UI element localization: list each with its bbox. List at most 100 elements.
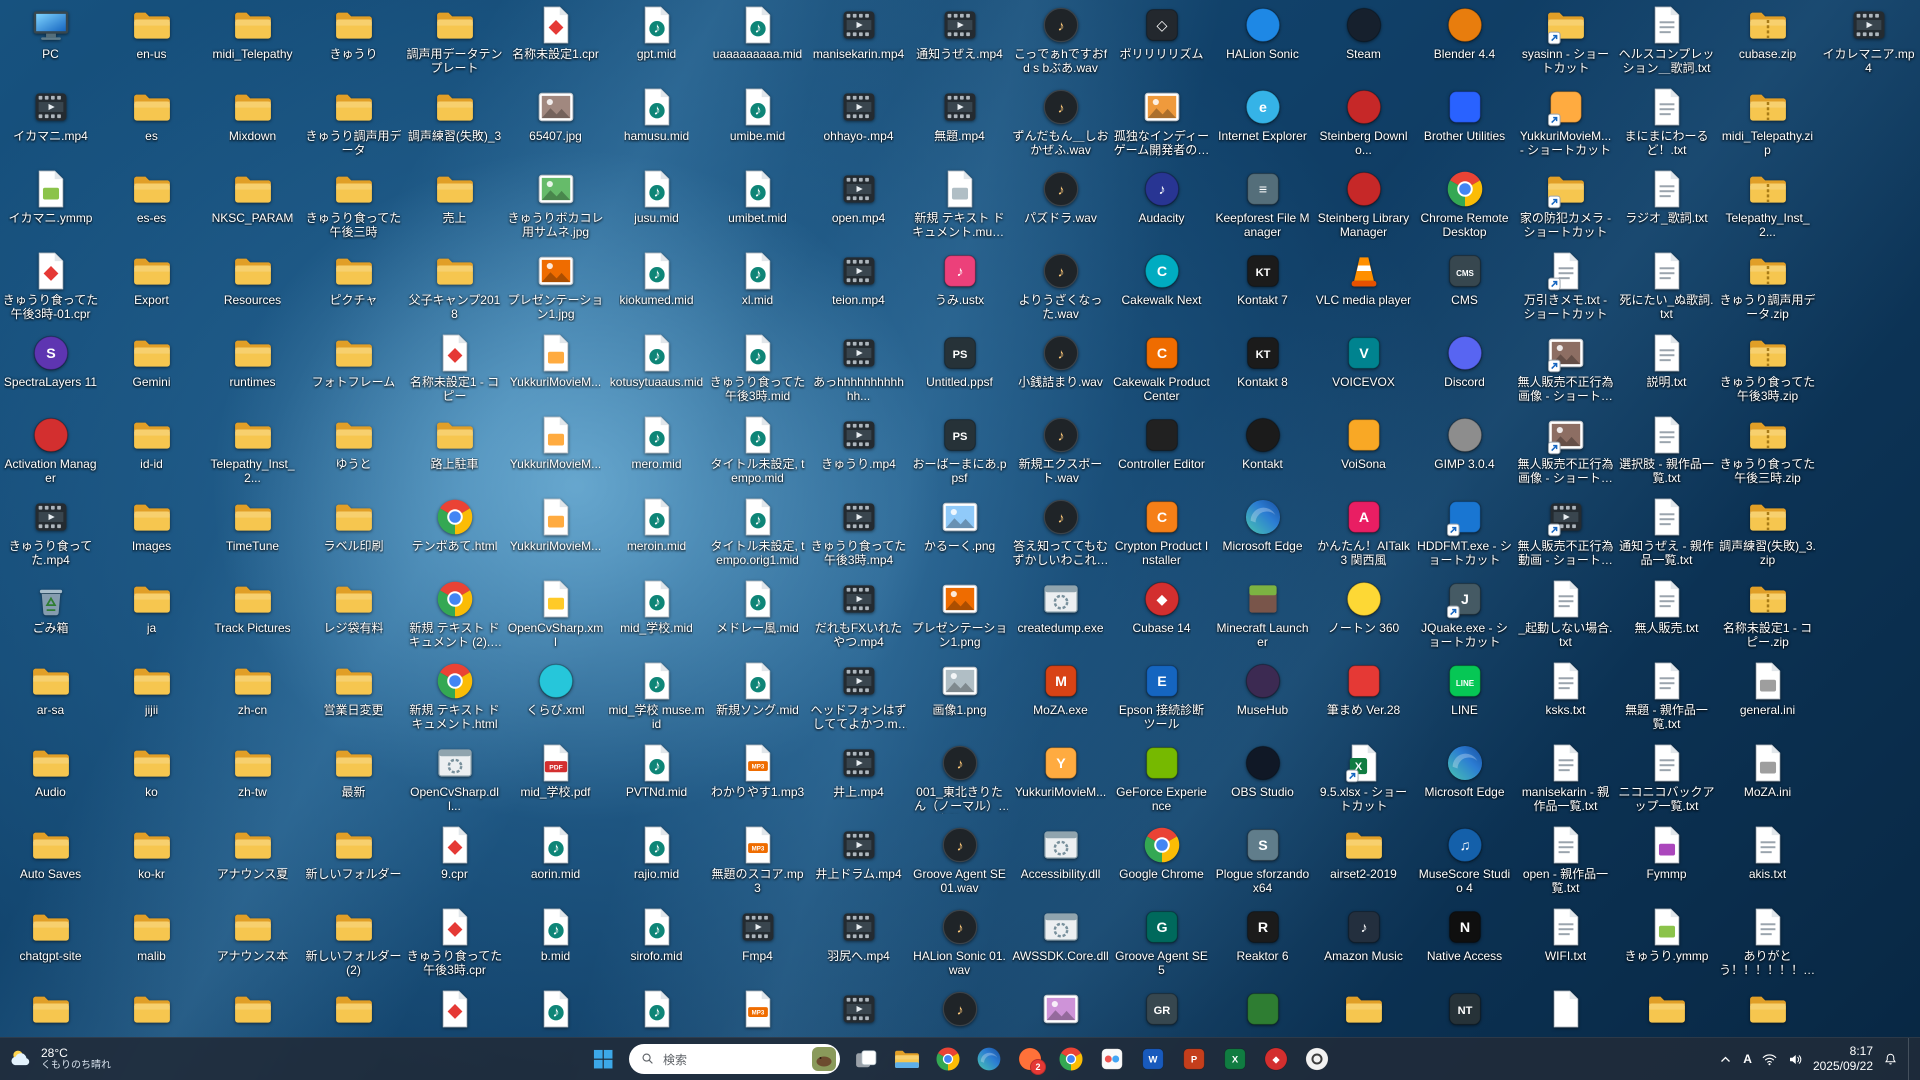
desktop-icon[interactable]: S Plogue sforzando x64 <box>1212 824 1313 904</box>
taskbar-app-chatgpt[interactable] <box>1299 1041 1335 1077</box>
desktop-icon[interactable]: ♪ こっでぁhですおf d s bぶあ.wav <box>1010 4 1111 84</box>
desktop-icon[interactable]: Steam <box>1313 4 1414 84</box>
desktop-icon[interactable]: N Native Access <box>1414 906 1515 986</box>
desktop-icon[interactable]: きゅうり食ってた.mp4 <box>0 496 101 576</box>
desktop-icon[interactable]: 名称未設定1 - コピー.zip <box>1717 578 1818 658</box>
desktop-icon[interactable]: きゅうり食ってた午後3時-01.cpr <box>0 250 101 330</box>
desktop-icon[interactable]: CMS CMS <box>1414 250 1515 330</box>
desktop-icon[interactable]: M MoZA.exe <box>1010 660 1111 740</box>
desktop-icon[interactable]: teion.mp4 <box>808 250 909 330</box>
desktop-icon[interactable]: chatgpt-site <box>0 906 101 986</box>
desktop-icon[interactable]: 画像1.png <box>909 660 1010 740</box>
desktop-icon[interactable]: open.mp4 <box>808 168 909 248</box>
desktop-icon[interactable]: J JQuake.exe - ショートカット <box>1414 578 1515 658</box>
desktop-icon[interactable]: Kontakt <box>1212 414 1313 494</box>
volume-icon[interactable] <box>1787 1051 1804 1068</box>
desktop-icon[interactable]: YukkuriMovieM... <box>505 496 606 576</box>
desktop-icon[interactable]: E Epson 接続診断ツール <box>1111 660 1212 740</box>
desktop-icon[interactable]: 路上駐車 <box>404 414 505 494</box>
desktop-icon[interactable]: ◆ Cubase 14 <box>1111 578 1212 658</box>
desktop-icon[interactable]: ♪ 答え知っててもむずかしいわこれ.wav <box>1010 496 1111 576</box>
desktop-icon[interactable]: C Cakewalk Product Center <box>1111 332 1212 412</box>
desktop-icon[interactable]: イカレマニア.mp4 <box>1818 4 1919 84</box>
desktop-icon[interactable]: ♪ uaaaaaaaaa.mid <box>707 4 808 84</box>
desktop-icon[interactable]: LINE LINE <box>1414 660 1515 740</box>
desktop-icon[interactable]: 無人販売不正行為画像 - ショートカット <box>1515 414 1616 494</box>
desktop-icon[interactable]: VoiSona <box>1313 414 1414 494</box>
desktop-icon[interactable]: 調声用データテンプレート <box>404 4 505 84</box>
desktop-icon[interactable]: Resources <box>202 250 303 330</box>
desktop-icon[interactable]: だれもFXいれたやつ.mp4 <box>808 578 909 658</box>
desktop-icon[interactable]: 無人販売不正行為動画 - ショートカット <box>1515 496 1616 576</box>
desktop-icon[interactable]: Steinberg Downlo... <box>1313 86 1414 166</box>
desktop-icon[interactable]: きゅうり食ってた午後3時.cpr <box>404 906 505 986</box>
taskbar-app-microsoft-edge[interactable] <box>971 1041 1007 1077</box>
desktop-icon[interactable]: manisekarin.mp4 <box>808 4 909 84</box>
desktop-icon[interactable]: きゅうり食ってた午後3時.mp4 <box>808 496 909 576</box>
desktop-icon[interactable]: e Internet Explorer <box>1212 86 1313 166</box>
desktop-icon[interactable]: MP3 無題のスコア.mp3 <box>707 824 808 904</box>
desktop-icon[interactable]: 通知うぜえ.mp4 <box>909 4 1010 84</box>
search-highlight-image[interactable] <box>812 1047 836 1071</box>
desktop-icon[interactable]: ラベル印刷 <box>303 496 404 576</box>
desktop-icon[interactable]: C Cakewalk Next <box>1111 250 1212 330</box>
desktop-icon[interactable]: ohhayo-.mp4 <box>808 86 909 166</box>
desktop-icon[interactable]: 無題.mp4 <box>909 86 1010 166</box>
desktop-icon[interactable]: Telepathy_Inst_2... <box>1717 168 1818 248</box>
taskbar-app-firefox[interactable]: 2 <box>1012 1041 1048 1077</box>
desktop-icon[interactable]: 新規 テキスト ドキュメント (2).html <box>404 578 505 658</box>
desktop-icon[interactable]: 新しいフォルダー (2) <box>303 906 404 986</box>
desktop-icon[interactable]: あっhhhhhhhhhhhh... <box>808 332 909 412</box>
desktop-icon[interactable]: きゅうり <box>303 4 404 84</box>
desktop-icon[interactable]: テンポあて.html <box>404 496 505 576</box>
weather-widget[interactable]: 28°C くもりのち晴れ <box>8 1046 111 1072</box>
desktop-icon[interactable]: ♪ Groove Agent SE 01.wav <box>909 824 1010 904</box>
desktop-icon[interactable]: きゅうり.mp4 <box>808 414 909 494</box>
taskbar-app-yukkuri-movie-maker[interactable] <box>1094 1041 1130 1077</box>
desktop-icon[interactable]: manisekarin - 親作品一覧.txt <box>1515 742 1616 822</box>
desktop-icon[interactable]: ♪ sirofo.mid <box>606 906 707 986</box>
desktop-icon[interactable]: ♪ うみ.ustx <box>909 250 1010 330</box>
desktop-icon[interactable]: akis.txt <box>1717 824 1818 904</box>
desktop-icon[interactable]: ♪ タイトル未設定, tempo.orig1.mid <box>707 496 808 576</box>
desktop-icon[interactable]: 説明.txt <box>1616 332 1717 412</box>
desktop-icon[interactable]: 名称未設定1 - コピー <box>404 332 505 412</box>
desktop-icon[interactable]: YukkuriMovieM... - ショートカット <box>1515 86 1616 166</box>
desktop-icon[interactable]: GIMP 3.0.4 <box>1414 414 1515 494</box>
desktop-icon[interactable]: 万引きメモ.txt - ショートカット <box>1515 250 1616 330</box>
desktop-icon[interactable]: PC <box>0 4 101 84</box>
desktop-icon[interactable]: 選択肢 - 親作品一覧.txt <box>1616 414 1717 494</box>
desktop-icon[interactable]: OBS Studio <box>1212 742 1313 822</box>
desktop-icon[interactable]: ニコニコバックアップ一覧.txt <box>1616 742 1717 822</box>
desktop-icon[interactable]: runtimes <box>202 332 303 412</box>
start-button[interactable] <box>585 1041 621 1077</box>
desktop-icon[interactable]: Minecraft Launcher <box>1212 578 1313 658</box>
desktop-icon[interactable]: Microsoft Edge <box>1212 496 1313 576</box>
show-desktop-button[interactable] <box>1908 1038 1914 1080</box>
desktop-icon[interactable]: WIFI.txt <box>1515 906 1616 986</box>
desktop-icon[interactable]: ♫ MuseScore Studio 4 <box>1414 824 1515 904</box>
desktop-icon[interactable]: Telepathy_Inst_2... <box>202 414 303 494</box>
desktop-icon[interactable]: 売上 <box>404 168 505 248</box>
desktop-icon[interactable]: ko-kr <box>101 824 202 904</box>
desktop-icon[interactable]: プレゼンテーション1.png <box>909 578 1010 658</box>
desktop-icon[interactable]: 羽尻へ.mp4 <box>808 906 909 986</box>
desktop-icon[interactable]: きゅうり調声用データ.zip <box>1717 250 1818 330</box>
desktop-icon[interactable]: 最新 <box>303 742 404 822</box>
desktop-icon[interactable]: YukkuriMovieM... <box>505 414 606 494</box>
taskbar-app-powerpoint[interactable]: P <box>1176 1041 1212 1077</box>
desktop-icon[interactable]: フォトフレーム <box>303 332 404 412</box>
desktop-icon[interactable]: ♪ umibe.mid <box>707 86 808 166</box>
desktop-icon[interactable]: ♪ gpt.mid <box>606 4 707 84</box>
desktop-icon[interactable]: C Crypton Product Installer <box>1111 496 1212 576</box>
desktop-icon[interactable]: Google Chrome <box>1111 824 1212 904</box>
desktop-icon[interactable]: 井上ドラム.mp4 <box>808 824 909 904</box>
notification-bell-icon[interactable] <box>1882 1051 1899 1068</box>
desktop-icon[interactable]: MuseHub <box>1212 660 1313 740</box>
desktop-icon[interactable]: HALion Sonic <box>1212 4 1313 84</box>
desktop-icon[interactable]: cubase.zip <box>1717 4 1818 84</box>
desktop-icon[interactable]: 父子キャンプ2018 <box>404 250 505 330</box>
desktop-icon[interactable]: 通知うぜえ - 親作品一覧.txt <box>1616 496 1717 576</box>
desktop-icon[interactable]: zh-cn <box>202 660 303 740</box>
taskbar-app-file-explorer[interactable] <box>889 1041 925 1077</box>
